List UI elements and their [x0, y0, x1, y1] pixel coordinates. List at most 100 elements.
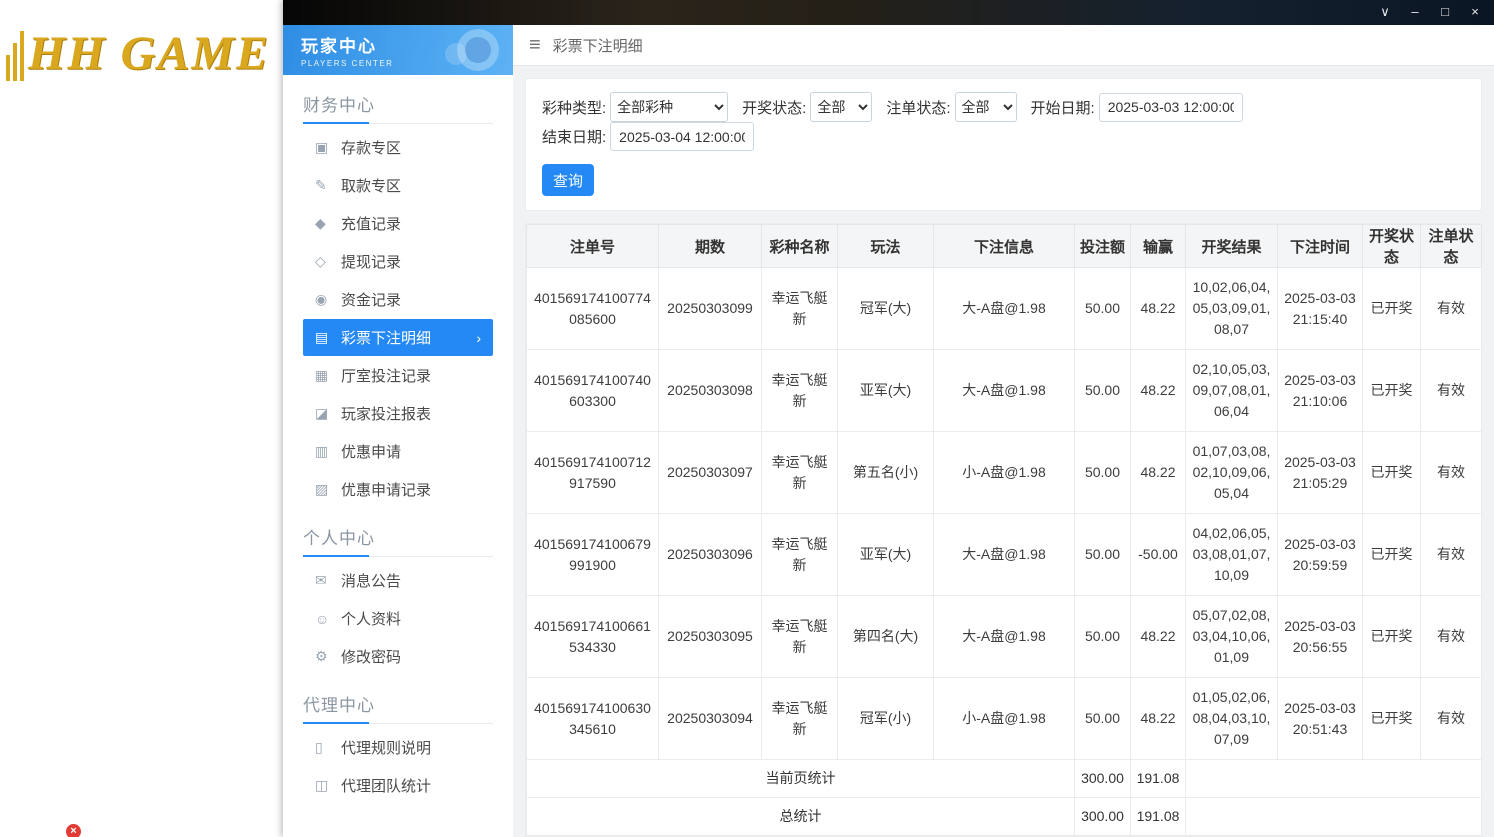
table-row[interactable]: 401569174100740603300 20250303098 幸运飞艇新 …: [526, 349, 1482, 432]
lottery-detail-icon: ▤: [315, 329, 329, 345]
sidebar-item-promo-apply[interactable]: ▥ 优惠申请: [303, 433, 493, 470]
cell-lottery-name: 幸运飞艇新: [761, 677, 838, 760]
cell-bet-amount: 50.00: [1074, 267, 1131, 350]
summary-label: 当前页统计: [526, 759, 1075, 798]
order-status-select[interactable]: 全部: [954, 92, 1017, 122]
sidebar-item-hall-bet-records[interactable]: ▦ 厅室投注记录: [303, 357, 493, 394]
logo-bars-decoration: [6, 31, 24, 81]
sidebar-item-label: 取款专区: [341, 178, 402, 195]
finance-menu: ▣ 存款专区 ✎ 取款专区 ◆ 充值记录 ◇ 提现记录 ◉ 资金记录 ▤ 彩票下…: [283, 124, 513, 508]
section-title-personal: 个人中心: [303, 524, 493, 557]
sidebar-item-recharge-records[interactable]: ◆ 充值记录: [303, 205, 493, 242]
cell-bet-id: 401569174100630345610: [526, 677, 659, 760]
summary-row-grand-total: 总统计 300.00 191.08: [526, 797, 1482, 836]
cell-issue: 20250303096: [658, 513, 762, 596]
sidebar-item-deposit-zone[interactable]: ▣ 存款专区: [303, 129, 493, 166]
sidebar-item-promo-apply-records[interactable]: ▨ 优惠申请记录: [303, 471, 493, 508]
cell-order-status: 有效: [1420, 267, 1482, 350]
cell-issue: 20250303098: [658, 349, 762, 432]
cell-win-loss: 48.22: [1130, 431, 1186, 514]
col-header-win-loss: 输赢: [1130, 224, 1186, 268]
cell-bet-amount: 50.00: [1074, 677, 1131, 760]
query-button[interactable]: 查询: [542, 164, 594, 196]
table-row[interactable]: 401569174100712917590 20250303097 幸运飞艇新 …: [526, 431, 1482, 514]
hh-game-logo: HH GAME: [6, 26, 270, 81]
gear-icon: ⚙: [315, 648, 328, 664]
bell-icon: ✉: [315, 572, 327, 588]
sidebar-item-withdraw-zone[interactable]: ✎ 取款专区: [303, 167, 493, 204]
funds-icon: ◉: [315, 291, 328, 307]
summary-bet-total: 300.00: [1074, 759, 1131, 798]
report-icon: ◪: [315, 405, 329, 421]
cell-draw-status: 已开奖: [1362, 513, 1421, 596]
sidebar-item-change-password[interactable]: ⚙ 修改密码: [303, 638, 493, 675]
end-date-label: 结束日期:: [542, 129, 607, 146]
table-row[interactable]: 401569174100630345610 20250303094 幸运飞艇新 …: [526, 677, 1482, 760]
cell-draw-result: 04,02,06,05,03,08,01,07,10,09: [1185, 513, 1278, 596]
cell-issue: 20250303095: [658, 595, 762, 678]
cell-bet-id: 401569174100740603300: [526, 349, 659, 432]
promo-icon: ▥: [315, 443, 329, 459]
sidebar-item-label: 优惠申请: [341, 444, 402, 461]
cell-bet-time: 2025-03-03 20:51:43: [1277, 677, 1363, 760]
col-header-issue: 期数: [658, 224, 762, 268]
cell-win-loss: 48.22: [1130, 267, 1186, 350]
table-row[interactable]: 401569174100661534330 20250303095 幸运飞艇新 …: [526, 595, 1482, 678]
team-stats-icon: ◫: [315, 777, 329, 793]
window-titlebar: ∨ – □ ×: [283, 0, 1494, 25]
withdraw-icon: ✎: [315, 177, 327, 193]
sidebar-item-label: 个人资料: [341, 611, 402, 628]
sidebar-item-lottery-bet-details[interactable]: ▤ 彩票下注明细 ›: [303, 319, 493, 356]
cell-bet-info: 大-A盘@1.98: [933, 595, 1075, 678]
sidebar-item-profile[interactable]: ☺ 个人资料: [303, 600, 493, 637]
sidebar-item-fund-records[interactable]: ◉ 资金记录: [303, 281, 493, 318]
summary-empty: [1185, 797, 1482, 836]
col-header-draw-status: 开奖状态: [1362, 224, 1421, 268]
cell-play-type: 亚军(大): [837, 513, 934, 596]
cell-order-status: 有效: [1420, 349, 1482, 432]
col-header-draw-result: 开奖结果: [1185, 224, 1278, 268]
end-date-input[interactable]: [610, 122, 755, 151]
personal-menu: ✉ 消息公告 ☺ 个人资料 ⚙ 修改密码: [283, 557, 513, 675]
draw-status-select[interactable]: 全部: [810, 92, 873, 122]
cell-lottery-name: 幸运飞艇新: [761, 267, 838, 350]
lottery-type-select[interactable]: 全部彩种: [610, 92, 729, 122]
sidebar-item-announcements[interactable]: ✉ 消息公告: [303, 562, 493, 599]
table-row[interactable]: 401569174100774085600 20250303099 幸运飞艇新 …: [526, 267, 1482, 350]
cell-bet-time: 2025-03-03 20:59:59: [1277, 513, 1363, 596]
close-badge-icon[interactable]: ×: [66, 824, 81, 837]
cell-play-type: 冠军(小): [837, 677, 934, 760]
desktop-background: HH GAME ×: [0, 0, 283, 837]
sidebar-item-label: 优惠申请记录: [341, 482, 432, 499]
sidebar-item-withdrawal-records[interactable]: ◇ 提现记录: [303, 243, 493, 280]
sidebar-item-player-bet-report[interactable]: ◪ 玩家投注报表: [303, 395, 493, 432]
bet-details-table-panel: 注单号 期数 彩种名称 玩法 下注信息 投注额 输赢 开奖结果 下注时间 开奖状…: [525, 223, 1482, 837]
maximize-button[interactable]: □: [1430, 0, 1460, 25]
sidebar-item-label: 消息公告: [341, 573, 402, 590]
cell-issue: 20250303097: [658, 431, 762, 514]
sidebar-item-label: 资金记录: [341, 292, 402, 309]
summary-empty: [1185, 759, 1482, 798]
cell-draw-status: 已开奖: [1362, 349, 1421, 432]
sidebar-item-agent-rules[interactable]: ▯ 代理规则说明: [303, 729, 493, 766]
document-icon: ▯: [315, 739, 323, 755]
minimize-button[interactable]: –: [1400, 0, 1430, 25]
cell-lottery-name: 幸运飞艇新: [761, 513, 838, 596]
cell-bet-amount: 50.00: [1074, 513, 1131, 596]
close-button[interactable]: ×: [1460, 0, 1490, 25]
sidebar-item-agent-team-stats[interactable]: ◫ 代理团队统计: [303, 767, 493, 804]
cell-bet-id: 401569174100774085600: [526, 267, 659, 350]
sidebar-header: 玩家中心 PLAYERS CENTER: [283, 25, 513, 75]
sidebar-item-label: 充值记录: [341, 216, 402, 233]
table-row[interactable]: 401569174100679991900 20250303096 幸运飞艇新 …: [526, 513, 1482, 596]
cell-bet-amount: 50.00: [1074, 595, 1131, 678]
sidebar-item-label: 彩票下注明细: [341, 330, 432, 347]
col-header-bet-info: 下注信息: [933, 224, 1075, 268]
cell-issue: 20250303094: [658, 677, 762, 760]
cell-win-loss: -50.00: [1130, 513, 1186, 596]
hamburger-menu-icon[interactable]: ≡: [529, 35, 541, 55]
window-menu-button[interactable]: ∨: [1370, 0, 1400, 25]
start-date-input[interactable]: [1098, 92, 1243, 122]
cell-order-status: 有效: [1420, 677, 1482, 760]
cell-bet-time: 2025-03-03 21:15:40: [1277, 267, 1363, 350]
